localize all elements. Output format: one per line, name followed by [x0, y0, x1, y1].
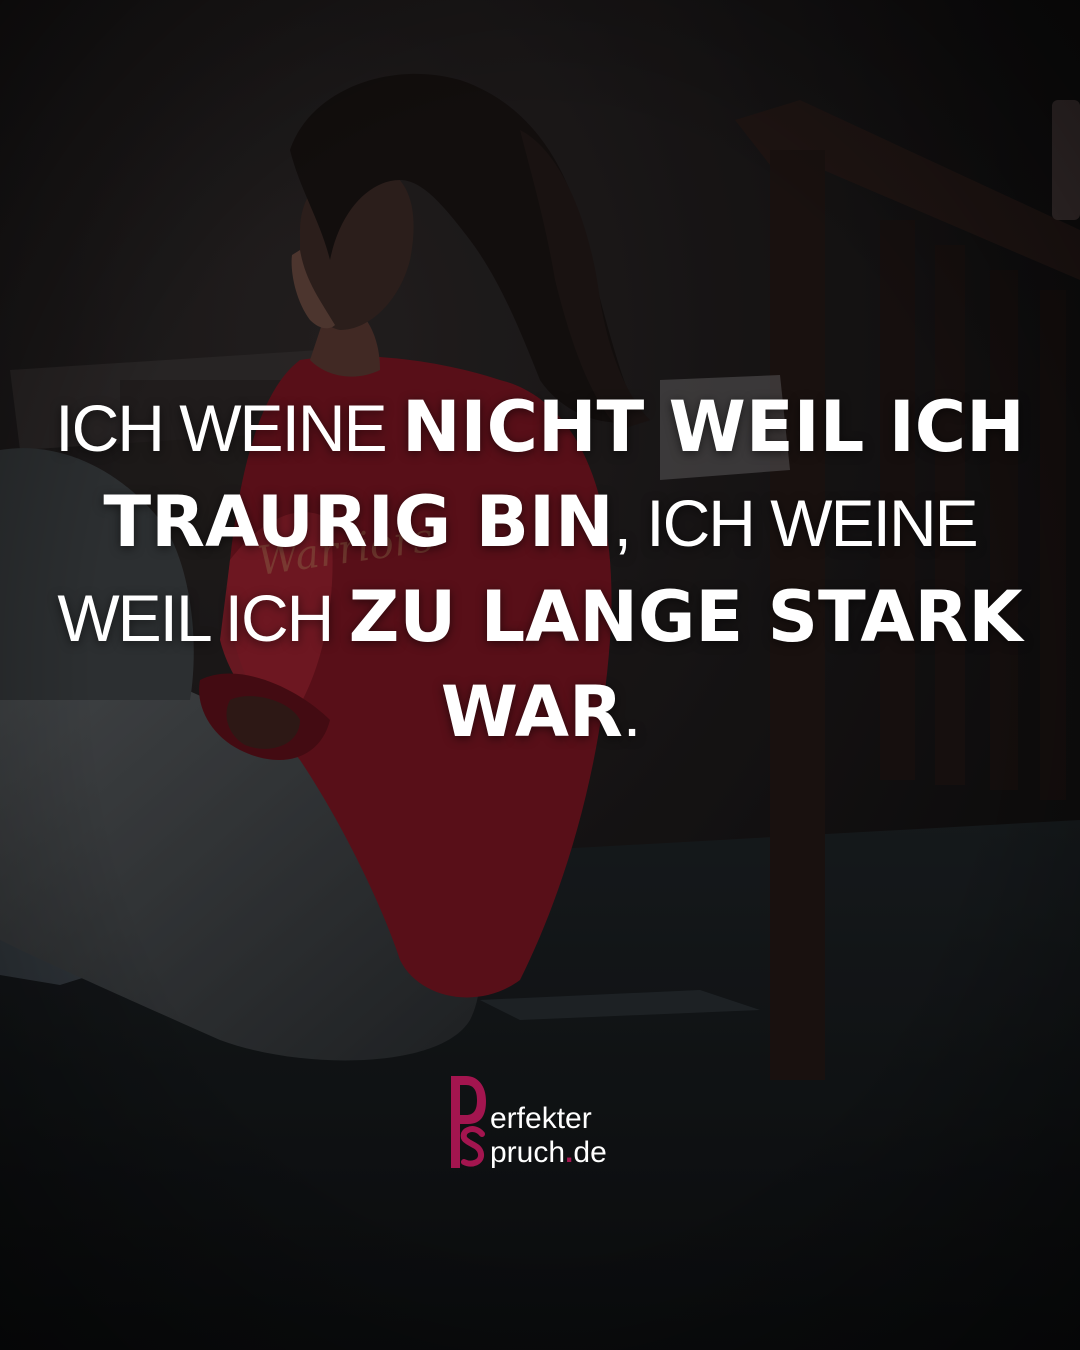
quote-line-2: TRAURIG BIN, ICH WEINE	[40, 475, 1040, 570]
quote-fragment: ICH WEINE	[55, 391, 402, 465]
quote-fragment: WEIL ICH	[57, 581, 349, 655]
quote-fragment-emphasis: NICHT WEIL ICH	[401, 386, 1025, 468]
quote-text: ICH WEINE NICHT WEIL ICH TRAURIG BIN, IC…	[40, 380, 1040, 760]
logo-text-line-1: erfekter	[490, 1102, 592, 1135]
quote-fragment: , ICH WEINE	[613, 486, 979, 560]
quote-line-4: WAR.	[40, 665, 1040, 760]
quote-fragment-emphasis: TRAURIG BIN	[103, 481, 614, 563]
logo-text: pruch	[490, 1136, 566, 1169]
quote-fragment: .	[622, 676, 641, 750]
quote-fragment-emphasis: WAR	[440, 671, 623, 753]
quote-fragment-emphasis: ZU LANGE STARK	[348, 576, 1023, 658]
quote-line-1: ICH WEINE NICHT WEIL ICH	[40, 380, 1040, 475]
quote-image: Warriors ICH WEINE NICHT WEIL ICH TRAURI…	[0, 0, 1080, 1350]
quote-line-3: WEIL ICH ZU LANGE STARK	[40, 570, 1040, 665]
logo-text-line-2: pruch.de	[490, 1136, 607, 1170]
logo-text: de	[573, 1136, 607, 1169]
ps-monogram-icon	[451, 1076, 486, 1168]
perfekterspruch-logo: erfekter pruch.de	[448, 1074, 638, 1170]
